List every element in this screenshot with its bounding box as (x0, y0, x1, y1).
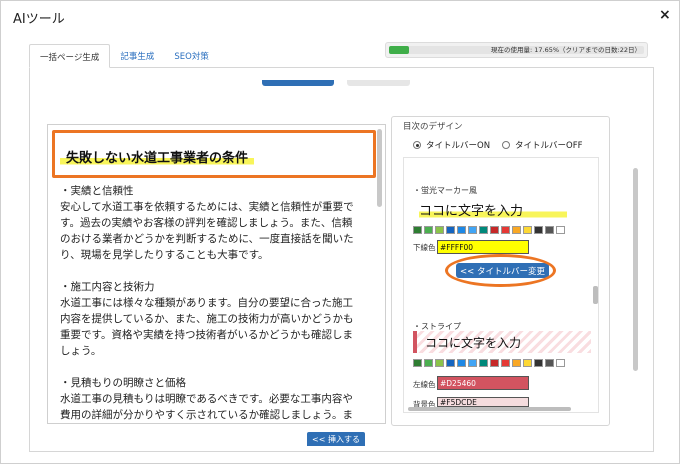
color-swatch[interactable] (435, 359, 444, 367)
color-swatch[interactable] (413, 359, 422, 367)
bg-color-label: 背景色 (413, 400, 436, 407)
left-line-color-label: 左線色 (413, 380, 436, 389)
color-swatch[interactable] (424, 359, 433, 367)
color-swatch[interactable] (413, 226, 422, 234)
color-swatch[interactable] (468, 359, 477, 367)
editor-line: り、現場を見学したりすることも大事です。 (60, 249, 269, 261)
color-swatch[interactable] (512, 226, 521, 234)
marker-section-label: ・蛍光マーカー風 (413, 186, 477, 195)
editor-line: 内容を提供しているか、また、施工の技術力が高いかどうかも (60, 313, 354, 325)
radio-titlebar-on[interactable]: タイトルバーON (413, 139, 490, 151)
stripe-color-swatches (413, 359, 565, 367)
editor-line: しょう。 (60, 345, 102, 357)
top-secondary-button[interactable] (347, 80, 410, 86)
stripe-sample-text: ココに文字を入力 (413, 331, 591, 353)
tab-article-generation[interactable]: 記事生成 (110, 44, 164, 68)
tab-bulk-page-generation[interactable]: 一括ページ生成 (29, 44, 111, 68)
color-swatch[interactable] (424, 226, 433, 234)
content-scrollbar[interactable] (633, 168, 638, 371)
color-swatch[interactable] (479, 226, 488, 234)
radio-titlebar-on-label: タイトルバーON (426, 141, 491, 151)
color-swatch[interactable] (545, 359, 554, 367)
editor-line: 費用の詳細が分かりやすく示されているか確認しましょう。ま (60, 409, 354, 421)
heading-highlight-outline (52, 130, 376, 178)
radio-titlebar-off-label: タイトルバーOFF (515, 141, 583, 151)
editor-line: 水道工事には様々な種類があります。自分の要望に合った施工 (60, 297, 353, 309)
color-swatch[interactable] (556, 359, 565, 367)
editor-line: ・施工内容と技術力 (60, 281, 155, 293)
options-vertical-scrollbar[interactable] (593, 286, 598, 304)
change-button-highlight-outline (445, 254, 556, 287)
color-swatch[interactable] (501, 359, 510, 367)
color-swatch[interactable] (556, 226, 565, 234)
left-line-color-input[interactable]: #D25460 (437, 376, 529, 390)
editor-line: 安心して水道工事を依頼するためには、実績と信頼性が重要で (60, 201, 354, 213)
color-swatch[interactable] (512, 359, 521, 367)
color-swatch[interactable] (457, 359, 466, 367)
editor-line: 重要です。資格や実績を持つ技術者がいるかどうかも確認しま (60, 329, 353, 341)
editor-line: す。過去の実績やお客様の評判を確認しましょう。また、信頼 (60, 217, 353, 229)
usage-progress-fill (389, 46, 409, 54)
color-swatch[interactable] (534, 226, 543, 234)
radio-checked-icon (413, 141, 421, 149)
marker-sample-text: ココに文字を入力 (419, 200, 568, 219)
usage-meter: 現在の使用量: 17.65%（クリアまでの日数:22日） (385, 42, 648, 58)
tab-bar: 一括ページ生成 記事生成 SEO対策 (29, 44, 219, 68)
tab-seo[interactable]: SEO対策 (164, 44, 218, 68)
color-swatch[interactable] (490, 359, 499, 367)
options-horizontal-scrollbar[interactable] (408, 407, 571, 411)
usage-text: 現在の使用量: 17.65%（クリアまでの日数:22日） (490, 46, 641, 54)
window-title: AIツール (13, 12, 65, 27)
color-swatch[interactable] (468, 226, 477, 234)
editor-line: のおける業者かどうかを判断するために、一度直接話を聞いた (60, 233, 354, 245)
marker-color-swatches (413, 226, 565, 234)
editor-line: ・実績と信頼性 (60, 185, 134, 197)
bg-color-input[interactable]: #F5DCDE (437, 397, 529, 407)
editor-line: ・見積もりの明瞭さと価格 (60, 377, 186, 389)
color-swatch[interactable] (446, 359, 455, 367)
color-swatch[interactable] (457, 226, 466, 234)
color-swatch[interactable] (545, 226, 554, 234)
top-primary-button[interactable] (262, 80, 334, 86)
editor-line: 水道工事の見積もりは明瞭であるべきです。必要な工事内容や (60, 393, 353, 405)
color-swatch[interactable] (534, 359, 543, 367)
underline-color-input[interactable]: #FFFF00 (437, 240, 529, 254)
color-swatch[interactable] (523, 359, 532, 367)
radio-unchecked-icon (502, 141, 510, 149)
toc-design-title: 目次のデザイン (403, 122, 463, 132)
color-swatch[interactable] (479, 359, 488, 367)
radio-titlebar-off[interactable]: タイトルバーOFF (502, 139, 582, 151)
insert-button[interactable]: << 挿入する (307, 432, 365, 446)
color-swatch[interactable] (490, 226, 499, 234)
color-swatch[interactable] (446, 226, 455, 234)
underline-color-label: 下線色 (413, 243, 436, 252)
color-swatch[interactable] (501, 226, 510, 234)
color-swatch[interactable] (435, 226, 444, 234)
color-swatch[interactable] (523, 226, 532, 234)
close-icon[interactable]: × (659, 7, 671, 23)
